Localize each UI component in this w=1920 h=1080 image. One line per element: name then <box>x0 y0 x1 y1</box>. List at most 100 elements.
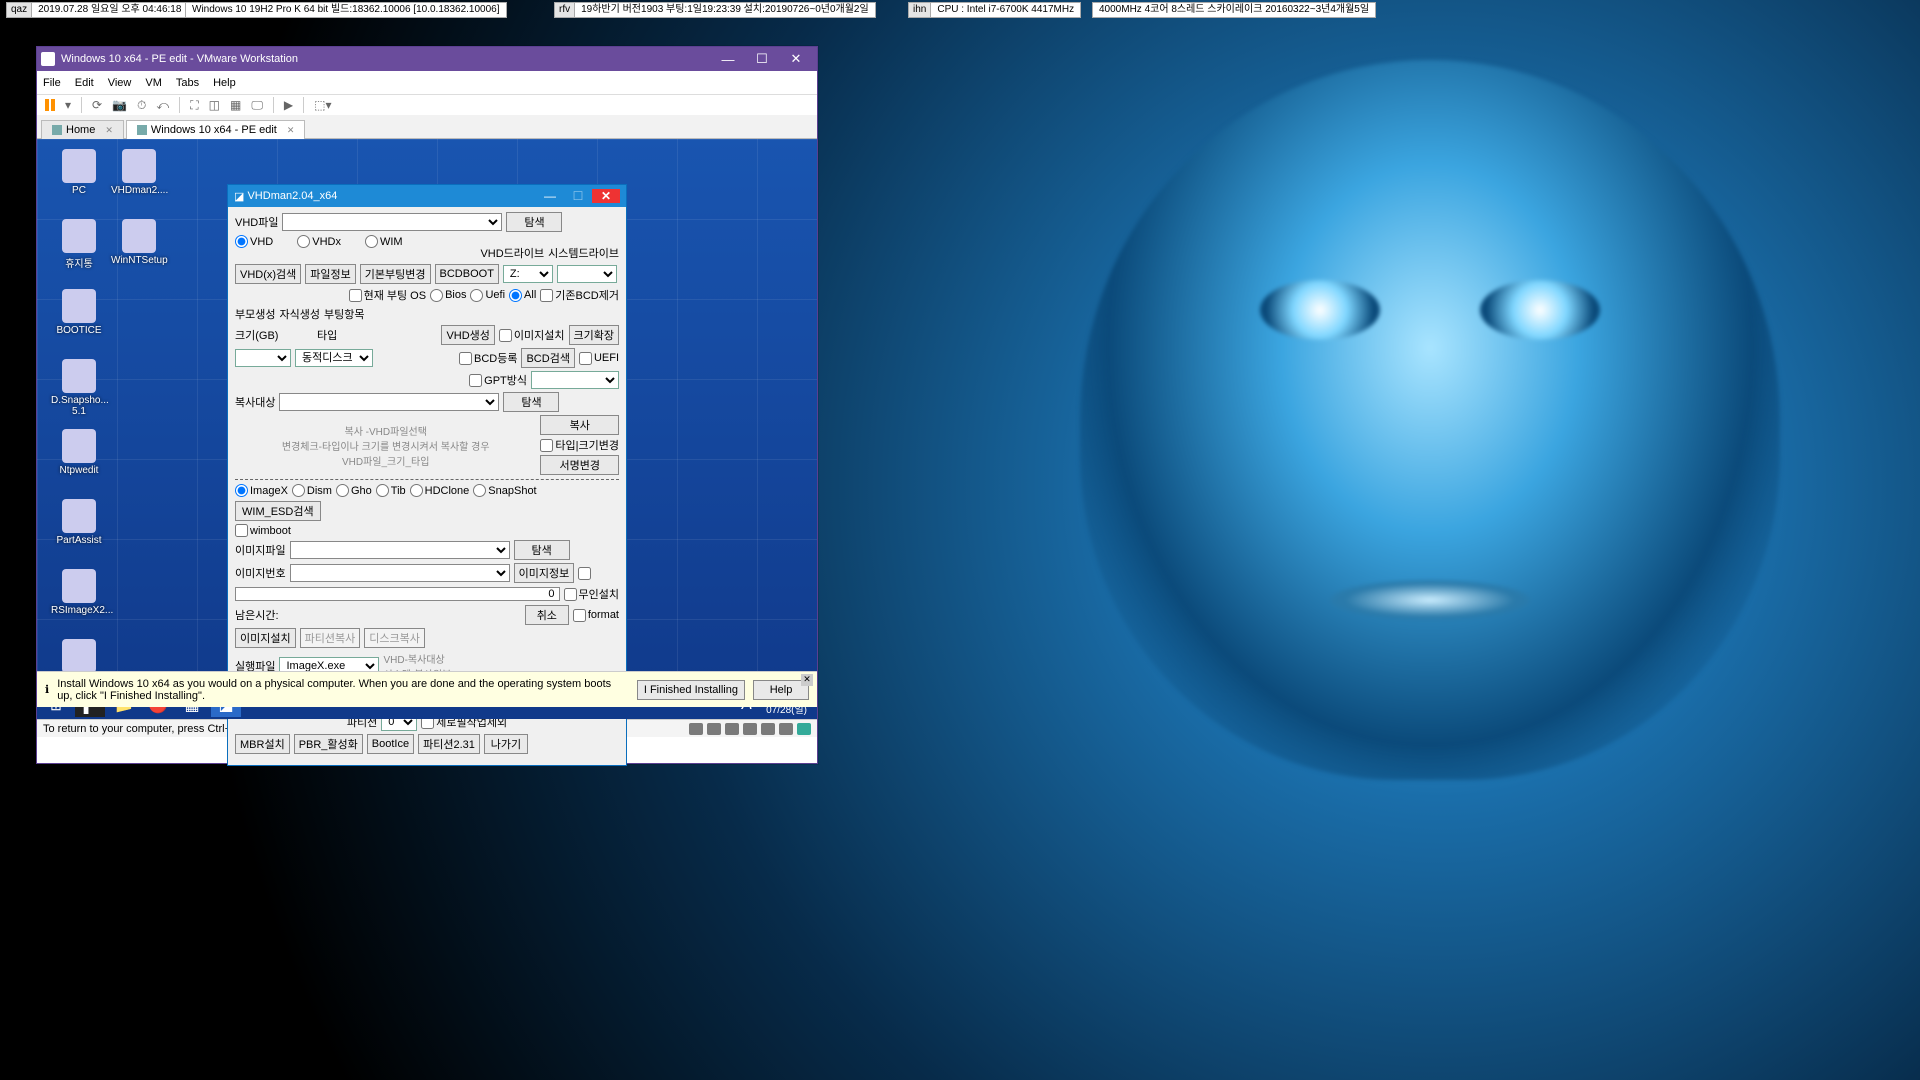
gho-radio[interactable]: Gho <box>336 484 372 497</box>
revert-icon[interactable]: ⤺ <box>156 98 169 113</box>
maximize-button[interactable]: ☐ <box>745 51 779 67</box>
device-icon[interactable] <box>689 723 703 735</box>
maximize-button[interactable]: ☐ <box>564 189 592 203</box>
imgfile-combo[interactable] <box>290 541 510 559</box>
device-icon[interactable] <box>707 723 721 735</box>
imginfo-check[interactable] <box>578 567 591 580</box>
size-combo[interactable] <box>235 349 291 367</box>
desktop-icon[interactable]: PartAssist <box>51 499 107 546</box>
gpt-check[interactable]: GPT방식 <box>469 372 527 388</box>
bios-radio[interactable]: Bios <box>430 289 466 302</box>
hdclone-radio[interactable]: HDClone <box>410 484 470 497</box>
imagex-radio[interactable]: ImageX <box>235 484 288 497</box>
sigchange-button[interactable]: 서명변경 <box>540 455 619 475</box>
desktop-icon[interactable]: BOOTICE <box>51 289 107 336</box>
close-button[interactable]: ✕ <box>779 51 813 67</box>
vhdx-radio[interactable]: VHDx <box>297 235 341 248</box>
device-icon[interactable] <box>743 723 757 735</box>
desktop-icon[interactable]: WinNTSetup <box>111 219 167 266</box>
pause-icon[interactable] <box>45 99 55 111</box>
snapshot-icon[interactable]: 📷 <box>112 98 127 112</box>
device-icon[interactable] <box>761 723 775 735</box>
part231-button[interactable]: 파티션2.31 <box>418 734 480 754</box>
send-ctrl-alt-del-icon[interactable]: ⟳ <box>92 98 102 112</box>
copytarget-search-button[interactable]: 탐색 <box>503 392 559 412</box>
imgfile-search-button[interactable]: 탐색 <box>514 540 570 560</box>
imginstall-check[interactable]: 이미지설치 <box>499 327 565 343</box>
bootice-button[interactable]: BootIce <box>367 734 414 754</box>
bcdreg-check[interactable]: BCD등록 <box>459 350 517 366</box>
close-button[interactable]: ✕ <box>592 189 620 203</box>
hint-close-icon[interactable]: ✕ <box>801 674 813 686</box>
cancel-button[interactable]: 취소 <box>525 605 569 625</box>
imginfo-button[interactable]: 이미지정보 <box>514 563 575 583</box>
bcd-combo[interactable] <box>531 371 619 389</box>
menu-vm[interactable]: VM <box>145 77 162 89</box>
unity-icon[interactable]: ◫ <box>209 98 220 112</box>
minimize-button[interactable]: — <box>536 189 564 203</box>
bcdboot-button[interactable]: BCDBOOT <box>435 264 499 284</box>
current-boot-check[interactable]: 현재 부팅 OS <box>349 287 427 303</box>
menu-tabs[interactable]: Tabs <box>176 77 199 89</box>
screen-icon[interactable]: 🖵 <box>251 98 263 113</box>
mbr-button[interactable]: MBR설치 <box>235 734 290 754</box>
vhdcreate-button[interactable]: VHD생성 <box>441 325 494 345</box>
device-icon[interactable] <box>725 723 739 735</box>
desktop-icon[interactable]: RSImageX2... <box>51 569 107 616</box>
desktop-icon[interactable]: 휴지통 <box>51 219 107 270</box>
wimesd-button[interactable]: WIM_ESD검색 <box>235 501 321 521</box>
imgidx-combo[interactable] <box>290 564 510 582</box>
menu-help[interactable]: Help <box>213 77 236 89</box>
type-combo[interactable]: 동적디스크 <box>295 349 373 367</box>
appview-icon[interactable]: ▦ <box>230 98 241 112</box>
vhd-radio[interactable]: VHD <box>235 235 273 248</box>
uefi-check[interactable]: UEFI <box>579 352 619 365</box>
imginst-button[interactable]: 이미지설치 <box>235 628 296 648</box>
device-icon[interactable] <box>797 723 811 735</box>
tab-home[interactable]: Home✕ <box>41 120 124 139</box>
copytarget-combo[interactable] <box>279 393 499 411</box>
search-button[interactable]: 탐색 <box>506 212 562 232</box>
snapshot-manager-icon[interactable]: ⏱ <box>137 98 146 113</box>
copy-button[interactable]: 복사 <box>540 415 619 435</box>
dropdown-icon[interactable]: ▾ <box>65 98 71 112</box>
menu-edit[interactable]: Edit <box>75 77 94 89</box>
stretch-icon[interactable]: ⬚▾ <box>314 98 331 112</box>
console-icon[interactable]: ▶ <box>284 98 293 112</box>
pbr-button[interactable]: PBR_활성화 <box>294 734 363 754</box>
tab-close-icon[interactable]: ✕ <box>105 125 113 136</box>
unattend-check[interactable]: 무인설치 <box>564 586 619 602</box>
tab-close-icon[interactable]: ✕ <box>287 125 295 136</box>
wim-radio[interactable]: WIM <box>365 235 403 248</box>
menu-view[interactable]: View <box>108 77 132 89</box>
fileinfo-button[interactable]: 파일정보 <box>305 264 355 284</box>
desktop-icon[interactable]: D.Snapsho...5.1 <box>51 359 107 417</box>
typesize-check[interactable]: 타입|크기변경 <box>540 437 619 453</box>
finished-installing-button[interactable]: I Finished Installing <box>637 680 745 700</box>
snapshot-radio[interactable]: SnapShot <box>473 484 536 497</box>
device-icon[interactable] <box>779 723 793 735</box>
tab-vm[interactable]: Windows 10 x64 - PE edit✕ <box>126 120 306 139</box>
desktop-icon[interactable]: VHDman2.... <box>111 149 167 196</box>
fullscreen-icon[interactable]: ⛶ <box>190 98 198 113</box>
desktop-icon[interactable]: PC <box>51 149 107 196</box>
wimboot-check[interactable]: wimboot <box>235 524 291 537</box>
exit-button[interactable]: 나가기 <box>484 734 528 754</box>
desktop-icon[interactable]: Ntpwedit <box>51 429 107 476</box>
vmware-titlebar[interactable]: Windows 10 x64 - PE edit - VMware Workst… <box>37 47 817 71</box>
vhd-drive-combo[interactable]: Z: <box>503 265 553 283</box>
dism-radio[interactable]: Dism <box>292 484 332 497</box>
menu-file[interactable]: File <box>43 77 61 89</box>
vhdfile-combo[interactable] <box>282 213 502 231</box>
vhdx-search-button[interactable]: VHD(x)검색 <box>235 264 301 284</box>
format-check[interactable]: format <box>573 609 619 622</box>
oldbcd-check[interactable]: 기존BCD제거 <box>540 287 619 303</box>
sizeext-button[interactable]: 크기확장 <box>569 325 619 345</box>
minimize-button[interactable]: — <box>711 52 745 67</box>
tib-radio[interactable]: Tib <box>376 484 406 497</box>
bcdsearch-button[interactable]: BCD검색 <box>521 348 574 368</box>
bootchange-button[interactable]: 기본부팅변경 <box>360 264 431 284</box>
uefi-radio[interactable]: Uefi <box>470 289 505 302</box>
sys-drive-combo[interactable] <box>557 265 617 283</box>
vhdman-titlebar[interactable]: ◪ VHDman2.04_x64 — ☐ ✕ <box>228 185 626 207</box>
